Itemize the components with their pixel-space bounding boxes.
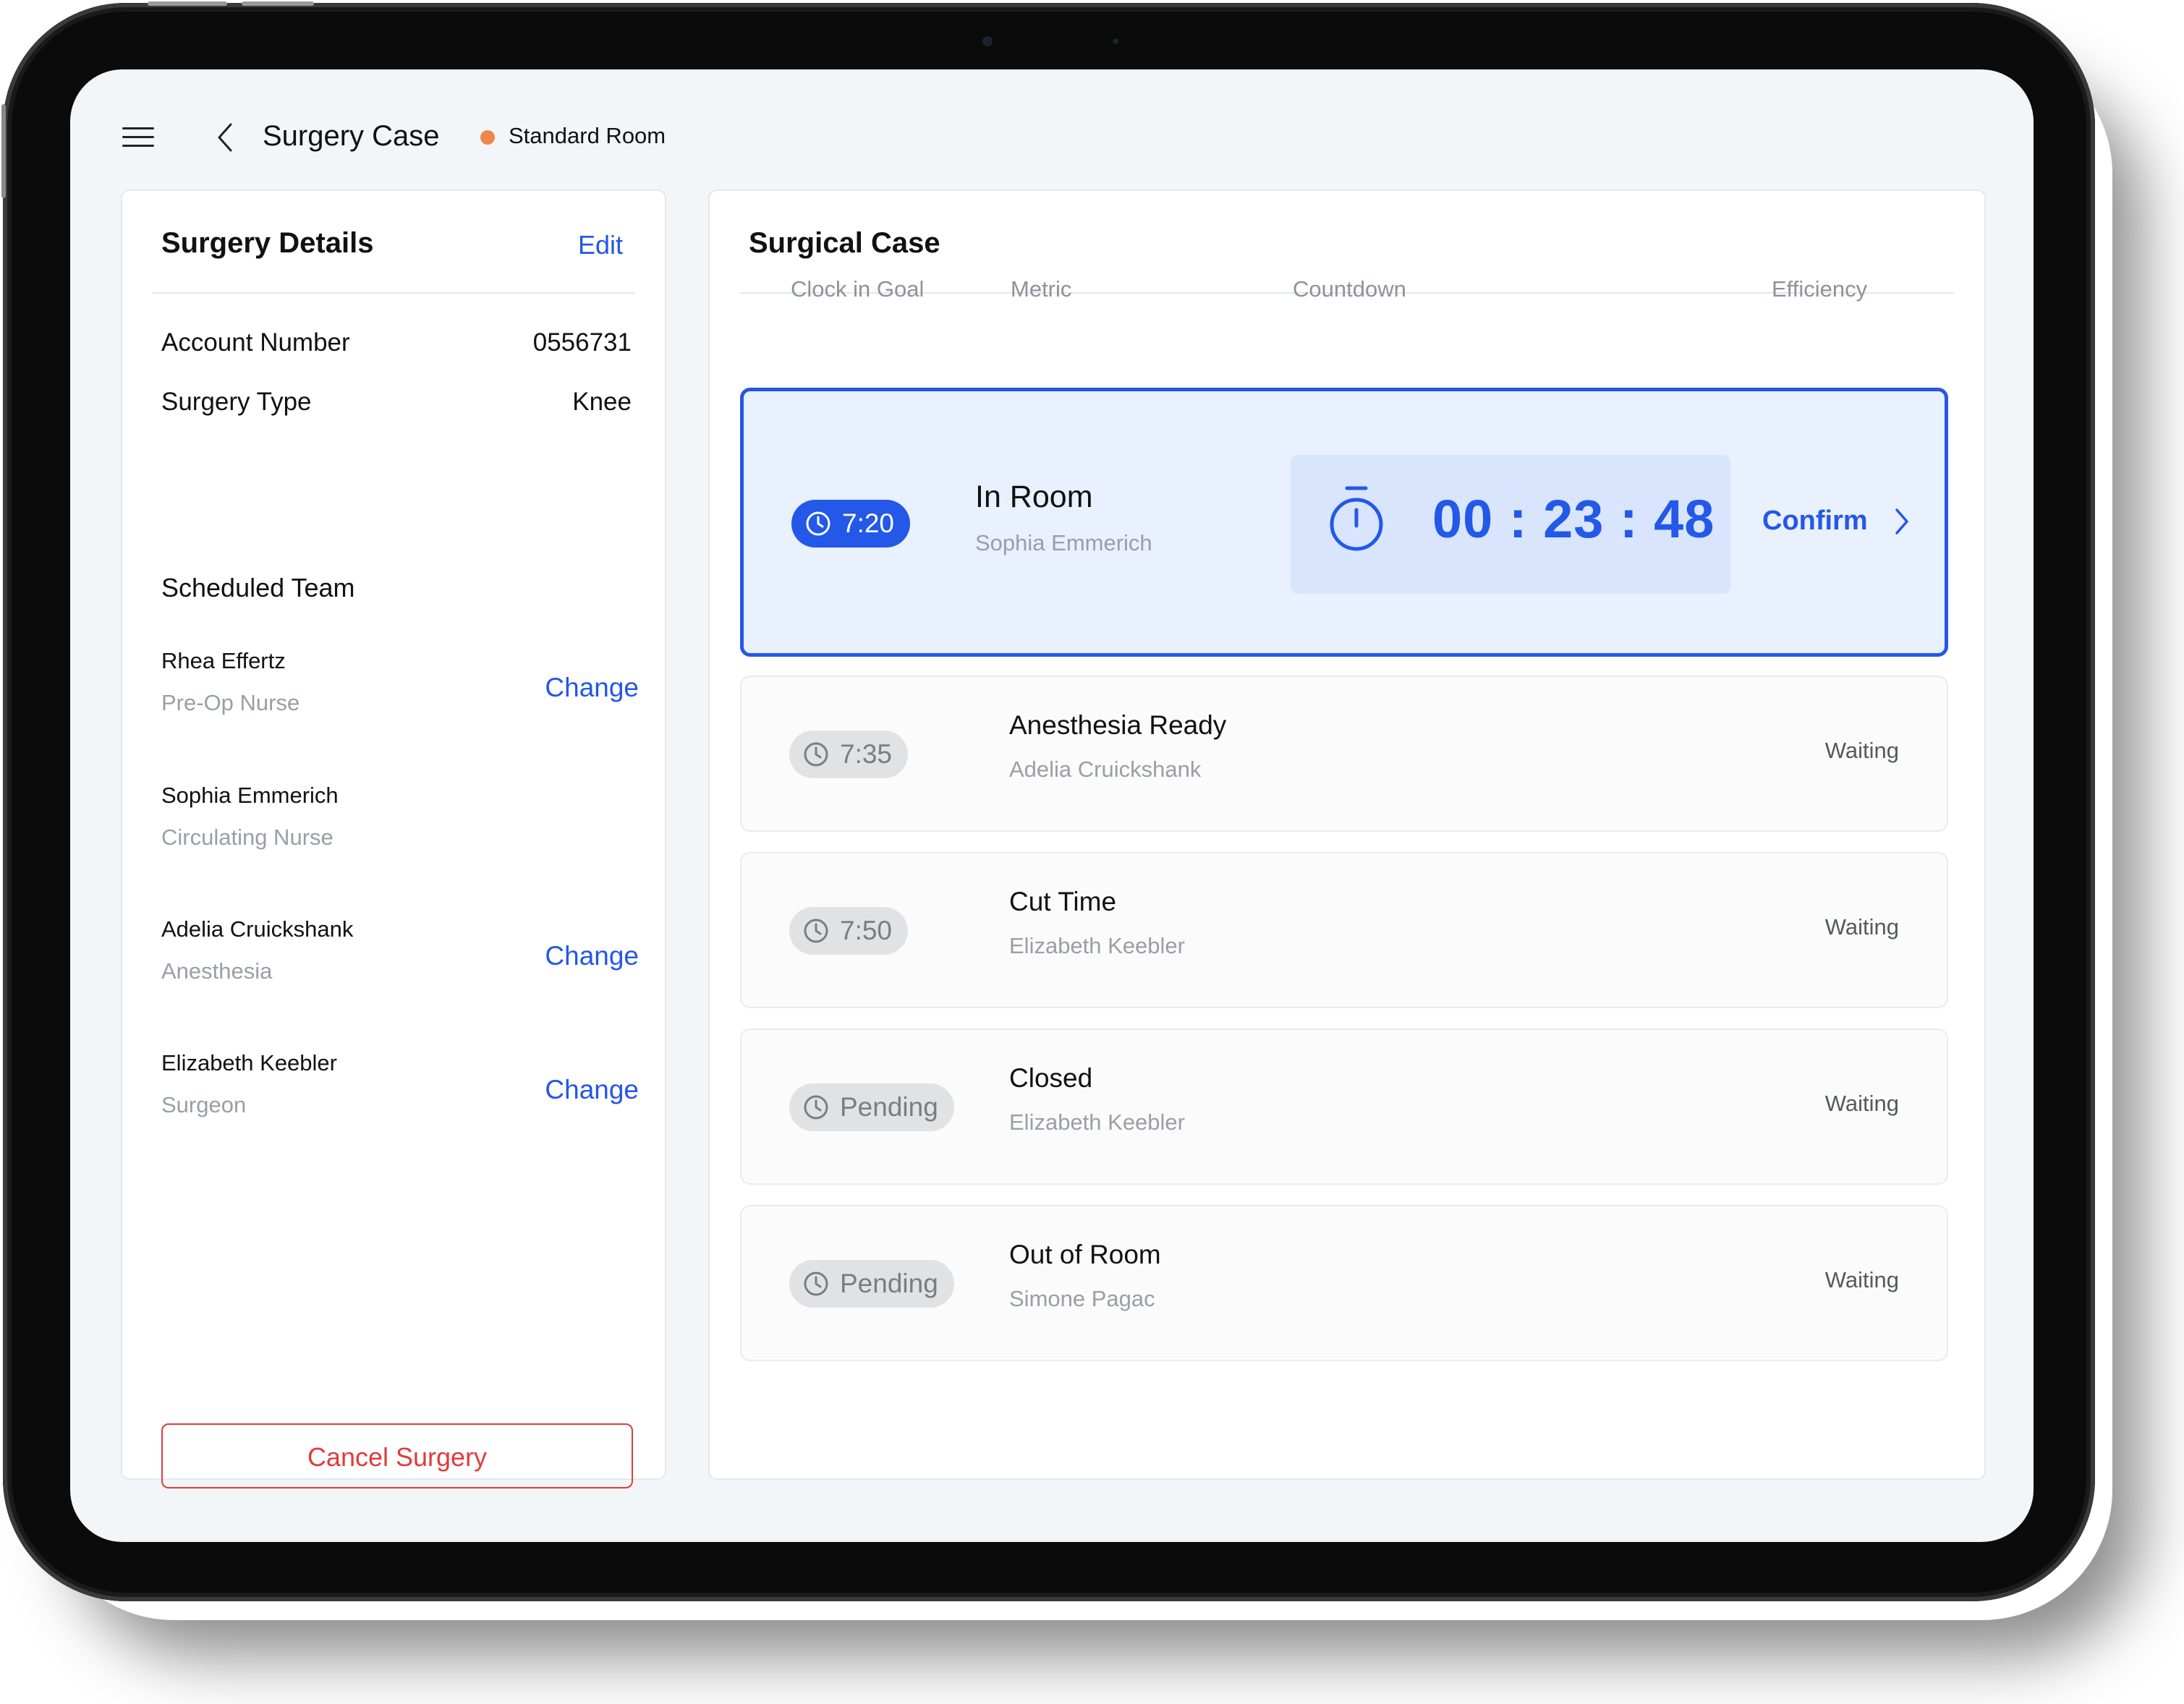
- goal-time: Pending: [840, 1092, 938, 1122]
- active-metric-row[interactable]: 7:20 In Room Sophia Emmerich 00 : 23 : 4…: [740, 388, 1948, 657]
- metric-name: In Room: [975, 480, 1093, 514]
- account-number-label: Account Number: [161, 328, 350, 357]
- member-name: Rhea Effertz: [161, 648, 286, 673]
- team-member: Sophia Emmerich Circulating Nurse: [161, 783, 639, 869]
- clock-icon: [806, 511, 830, 536]
- member-name: Adelia Cruickshank: [161, 916, 354, 942]
- team-member: Adelia Cruickshank Anesthesia Change: [161, 916, 639, 1003]
- surgery-type-label: Surgery Type: [161, 388, 312, 416]
- surgical-case-title: Surgical Case: [749, 227, 940, 259]
- countdown-box: 00 : 23 : 48: [1291, 455, 1730, 594]
- scheduled-team-heading: Scheduled Team: [161, 573, 355, 602]
- metric-row[interactable]: Pending Closed Elizabeth Keebler Waiting: [740, 1028, 1948, 1185]
- goal-time-badge: 7:35: [789, 730, 909, 778]
- metric-name: Out of Room: [1009, 1240, 1161, 1269]
- metric-person: Simone Pagac: [1009, 1286, 1155, 1311]
- metric-person: Elizabeth Keebler: [1009, 933, 1185, 958]
- metric-row[interactable]: Pending Out of Room Simone Pagac Waiting: [740, 1205, 1948, 1361]
- change-button[interactable]: Change: [545, 941, 639, 971]
- change-button[interactable]: Change: [545, 1075, 639, 1105]
- divider: [153, 292, 634, 294]
- goal-time: Pending: [840, 1269, 938, 1298]
- goal-time: 7:35: [840, 739, 893, 769]
- volume-button: [148, 1, 227, 6]
- goal-time-badge: 7:20: [791, 500, 911, 548]
- metric-name: Closed: [1009, 1063, 1093, 1093]
- countdown-timer: 00 : 23 : 48: [1432, 489, 1715, 549]
- metric-person: Elizabeth Keebler: [1009, 1109, 1185, 1135]
- metric-person: Adelia Cruickshank: [1009, 757, 1202, 782]
- column-header-countdown: Countdown: [1293, 276, 1406, 302]
- front-camera: [982, 36, 993, 46]
- chevron-left-icon[interactable]: [215, 122, 237, 153]
- clock-icon: [804, 1095, 828, 1120]
- member-name: Elizabeth Keebler: [161, 1050, 337, 1075]
- member-role: Surgeon: [161, 1092, 247, 1117]
- clock-icon: [804, 1271, 828, 1296]
- member-role: Circulating Nurse: [161, 825, 333, 850]
- metric-name: Anesthesia Ready: [1009, 710, 1227, 740]
- goal-time: 7:20: [842, 508, 895, 538]
- status-label: Waiting: [1824, 914, 1899, 940]
- sensor: [1113, 38, 1118, 44]
- status-label: Waiting: [1824, 738, 1899, 763]
- team-member: Rhea Effertz Pre-Op Nurse Change: [161, 648, 639, 735]
- tablet-frame: Surgery Case Standard Room Surgery Detai…: [1, 1, 2095, 1601]
- clock-icon: [804, 742, 828, 767]
- power-button: [1, 104, 6, 198]
- metric-name: Cut Time: [1009, 887, 1117, 916]
- metric-row[interactable]: 7:35 Anesthesia Ready Adelia Cruickshank…: [740, 676, 1948, 832]
- surgery-details-panel: Surgery Details Edit Account Number 0556…: [121, 189, 666, 1488]
- metric-row[interactable]: 7:50 Cut Time Elizabeth Keebler Waiting: [740, 852, 1948, 1008]
- column-header-goal: Clock in Goal: [791, 276, 925, 302]
- volume-button: [242, 1, 314, 6]
- menu-icon[interactable]: [122, 127, 154, 149]
- goal-time: 7:50: [840, 916, 893, 945]
- goal-time-badge: 7:50: [789, 907, 909, 955]
- surgery-details-title: Surgery Details: [161, 227, 374, 259]
- team-member: Elizabeth Keebler Surgeon Change: [161, 1050, 639, 1137]
- member-role: Pre-Op Nurse: [161, 690, 300, 715]
- metric-person: Sophia Emmerich: [975, 530, 1152, 555]
- clock-icon: [804, 919, 828, 943]
- status-label: Waiting: [1824, 1091, 1899, 1116]
- goal-time-badge: Pending: [789, 1083, 954, 1131]
- cancel-surgery-button[interactable]: Cancel Surgery: [161, 1423, 633, 1488]
- page-title: Surgery Case: [263, 120, 440, 152]
- change-button[interactable]: Change: [545, 673, 639, 703]
- chevron-right-icon[interactable]: [1894, 507, 1910, 536]
- column-header-metric: Metric: [1011, 276, 1072, 302]
- stopwatch-icon: [1330, 486, 1383, 551]
- member-name: Sophia Emmerich: [161, 783, 339, 808]
- confirm-button[interactable]: Confirm: [1762, 506, 1868, 537]
- room-status-label: Standard Room: [509, 123, 666, 148]
- status-dot: [480, 130, 495, 145]
- surgery-type-value: Knee: [572, 388, 632, 416]
- edit-button[interactable]: Edit: [578, 230, 623, 260]
- goal-time-badge: Pending: [789, 1260, 954, 1308]
- app-screen: Surgery Case Standard Room Surgery Detai…: [70, 69, 2034, 1542]
- status-label: Waiting: [1824, 1267, 1899, 1292]
- column-header-efficiency: Efficiency: [1772, 276, 1868, 302]
- member-role: Anesthesia: [161, 958, 273, 984]
- account-number-value: 0556731: [532, 328, 632, 357]
